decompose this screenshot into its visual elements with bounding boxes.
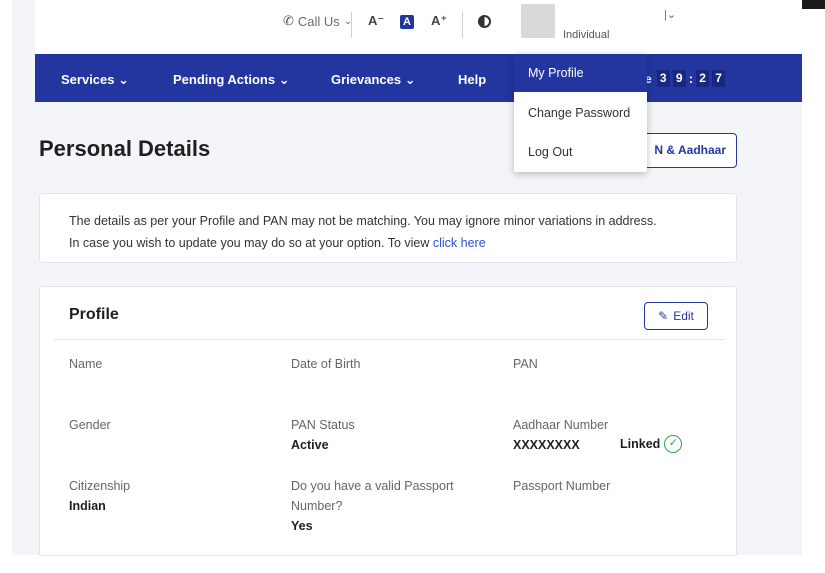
page: ✆ Call Us ⌄ A⁻ A A⁺ Individual |⌄ Servic… — [0, 0, 825, 573]
field-passport-question: Do you have a valid Passport Number? Yes — [291, 476, 481, 536]
citizenship-value: Indian — [69, 499, 106, 513]
info-notice: The details as per your Profile and PAN … — [39, 193, 737, 263]
menu-item-change-password[interactable]: Change Password — [514, 94, 647, 132]
field-aadhaar: Aadhaar Number XXXXXXXX Linked ✓ — [513, 415, 723, 455]
passport-question-label: Do you have a valid Passport Number? — [291, 479, 454, 513]
nav-help[interactable]: Help — [458, 72, 486, 87]
contrast-icon[interactable] — [478, 15, 491, 28]
divider — [462, 12, 463, 38]
pan-status-label: PAN Status — [291, 418, 355, 432]
edit-label: Edit — [673, 309, 694, 323]
aadhaar-linked-status: Linked ✓ — [620, 435, 683, 453]
nav-pending-actions[interactable]: Pending Actions ⌄ — [173, 72, 290, 88]
field-dob: Date of Birth — [291, 354, 501, 374]
timer-colon: : — [688, 71, 694, 86]
page-title: Personal Details — [39, 136, 211, 161]
nav-services[interactable]: Services ⌄ — [61, 72, 129, 88]
menu-item-my-profile[interactable]: My Profile — [514, 54, 647, 92]
click-here-link[interactable]: click here — [433, 236, 486, 250]
call-us-button[interactable]: ✆ Call Us ⌄ — [283, 13, 352, 29]
name-label: Name — [69, 357, 103, 371]
check-circle-icon: ✓ — [664, 435, 683, 453]
passport-number-label: Passport Number — [513, 479, 611, 493]
field-pan-status: PAN Status Active — [291, 415, 501, 455]
nav-grievances[interactable]: Grievances ⌄ — [331, 72, 416, 88]
font-normal-button[interactable]: A — [400, 15, 414, 29]
aadhaar-value: XXXXXXXX — [513, 438, 580, 452]
link-pan-aadhaar-button[interactable]: N & Aadhaar — [632, 133, 737, 168]
main-navbar: Services ⌄ Pending Actions ⌄ Grievances … — [35, 54, 802, 102]
phone-icon: ✆ — [283, 13, 294, 28]
session-timer: e 3 9 : 2 7 — [645, 70, 726, 87]
timer-digit: 3 — [656, 70, 670, 87]
timer-digit: 2 — [696, 70, 710, 87]
gender-label: Gender — [69, 418, 111, 432]
aadhaar-label: Aadhaar Number — [513, 418, 609, 432]
passport-question-value: Yes — [291, 519, 313, 533]
notice-line-2: In case you wish to update you may do so… — [69, 236, 486, 250]
field-passport-number: Passport Number — [513, 476, 723, 496]
top-utility-bar: ✆ Call Us ⌄ A⁻ A A⁺ Individual |⌄ — [35, 0, 802, 54]
user-type-label: Individual — [563, 29, 610, 41]
user-menu-chevron-icon[interactable]: |⌄ — [664, 8, 676, 21]
edit-profile-button[interactable]: ✎ Edit — [644, 302, 708, 330]
menu-item-log-out[interactable]: Log Out — [514, 133, 647, 171]
field-gender: Gender — [69, 415, 279, 435]
timer-digit: 7 — [712, 70, 726, 87]
dob-label: Date of Birth — [291, 357, 361, 371]
field-citizenship: Citizenship Indian — [69, 476, 279, 516]
timer-digit: 9 — [672, 70, 686, 87]
user-dropdown-menu: My Profile Change Password Log Out — [514, 54, 647, 172]
font-increase-button[interactable]: A⁺ — [431, 13, 447, 29]
pan-label: PAN — [513, 357, 538, 371]
avatar[interactable] — [521, 4, 555, 38]
profile-card: Profile ✎ Edit Name Date of Birth PAN Ge… — [39, 286, 737, 556]
notice-line-1: The details as per your Profile and PAN … — [69, 214, 657, 228]
font-decrease-button[interactable]: A⁻ — [368, 13, 384, 29]
field-name: Name — [69, 354, 279, 374]
pan-status-value: Active — [291, 438, 329, 452]
call-us-label: Call Us — [297, 13, 340, 29]
divider — [351, 12, 352, 38]
card-divider — [54, 339, 724, 340]
field-pan: PAN — [513, 354, 723, 374]
citizenship-label: Citizenship — [69, 479, 131, 493]
linked-label: Linked — [620, 437, 661, 451]
profile-card-title: Profile — [69, 306, 119, 323]
pencil-icon: ✎ — [658, 309, 669, 323]
